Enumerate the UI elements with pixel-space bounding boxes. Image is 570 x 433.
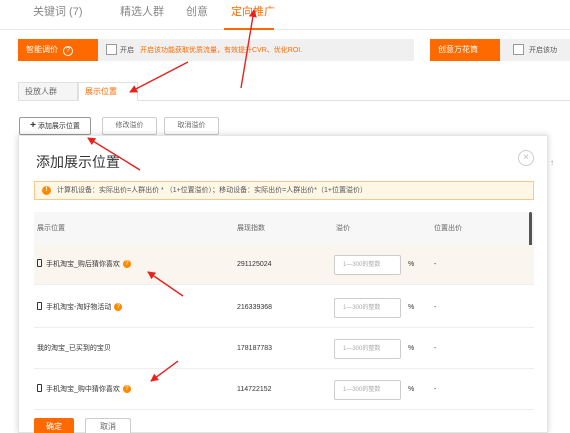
tab-creative[interactable]: 创意: [186, 3, 208, 19]
cancel-button[interactable]: 取消: [85, 418, 131, 433]
close-icon[interactable]: ×: [518, 150, 534, 166]
cancel-premium-button[interactable]: 取消溢价: [164, 117, 219, 135]
sub-tab-bar: 投放人群 展示位置: [18, 82, 570, 101]
position-name: 手机淘宝-淘好物活动: [46, 304, 112, 311]
position-price: -: [434, 261, 437, 268]
index-value: 114722152: [237, 386, 272, 393]
top-tab-bar: 关键词 (7) 精选人群 创意 定向推广: [0, 0, 570, 30]
position-name-cell: 手机淘宝_购后猜你喜欢?: [37, 245, 131, 285]
warning-icon: !: [42, 186, 51, 195]
position-name: 手机淘宝_购后猜你喜欢: [46, 261, 120, 268]
position-price: -: [434, 304, 437, 311]
position-name: 我的淘宝_已买到的宝贝: [37, 345, 111, 352]
col-index: 展现指数: [237, 225, 265, 232]
creative-checkbox-label: 开启该功: [529, 47, 557, 54]
position-name-cell: 手机淘宝-淘好物活动?: [37, 288, 123, 328]
mobile-icon: [37, 302, 42, 311]
percent-sign: %: [408, 261, 415, 268]
smart-price-bar: 智能调价? 开启 开启该功能获取优质流量，有效提升CVR、优化ROI.: [18, 39, 414, 61]
add-position-label: 添加展示位置: [37, 123, 80, 130]
add-position-modal: 添加展示位置 × ! 计算机设备：实际出价=人群出价 * （1+位置溢价）；移动…: [18, 135, 548, 433]
modify-premium-button[interactable]: 修改溢价: [102, 117, 157, 135]
smart-price-checkbox[interactable]: [106, 44, 117, 55]
col-premium: 溢价: [336, 225, 350, 232]
table-row: 手机淘宝_购中猜你喜欢? 114722152 1—300的整数 % -: [34, 370, 534, 410]
col-position-price: 位置出价: [434, 225, 462, 232]
notice-banner: ! 计算机设备：实际出价=人群出价 * （1+位置溢价）；移动设备：实际出价=人…: [34, 181, 534, 200]
plus-icon: +: [30, 120, 36, 131]
col-position: 展示位置: [37, 225, 65, 232]
percent-sign: %: [408, 386, 415, 393]
modal-title: 添加展示位置: [36, 154, 120, 170]
position-price: -: [434, 386, 437, 393]
help-icon[interactable]: ?: [122, 260, 131, 269]
position-price: -: [434, 345, 437, 352]
table-header: 展示位置 展现指数 溢价 位置出价: [34, 212, 534, 245]
percent-sign: %: [408, 345, 415, 352]
creative-pill: 创意万花筒: [430, 39, 500, 61]
table-row: 我的淘宝_已买到的宝贝 178187783 1—300的整数 % -: [34, 329, 534, 369]
smart-price-checkbox-label: 开启: [120, 47, 134, 54]
table-row: 手机淘宝-淘好物活动? 216339368 1—300的整数 % -: [34, 288, 534, 328]
position-name: 手机淘宝_购中猜你喜欢: [46, 386, 120, 393]
smart-price-hint: 开启该功能获取优质流量，有效提升CVR、优化ROI.: [140, 47, 303, 54]
premium-input[interactable]: 1—300的整数: [334, 339, 401, 359]
sort-arrow-icon: ↑: [550, 158, 554, 167]
creative-label: 创意万花筒: [438, 45, 478, 54]
notice-text: 计算机设备：实际出价=人群出价 * （1+位置溢价）；移动设备：实际出价=人群出…: [57, 187, 367, 194]
table-row: 手机淘宝_购后猜你喜欢? 291125024 1—300的整数 % -: [34, 245, 534, 285]
position-name-cell: 手机淘宝_购中猜你喜欢?: [37, 370, 131, 410]
help-icon[interactable]: ?: [63, 46, 73, 56]
smart-price-label: 智能调价: [26, 45, 58, 54]
smart-price-pill: 智能调价?: [18, 39, 98, 61]
active-tab-underline: [224, 28, 274, 30]
index-value: 216339368: [237, 304, 273, 311]
confirm-button[interactable]: 确定: [34, 418, 74, 433]
tab-keywords[interactable]: 关键词 (7): [33, 3, 83, 19]
tab-audience-placement[interactable]: 投放人群: [18, 82, 78, 101]
help-icon[interactable]: ?: [114, 303, 123, 312]
help-icon[interactable]: ?: [122, 385, 131, 394]
index-value: 178187783: [237, 345, 273, 352]
tab-display-position[interactable]: 展示位置: [78, 82, 138, 101]
creative-bar: 创意万花筒 开启该功: [430, 39, 570, 61]
tab-audience[interactable]: 精选人群: [120, 3, 164, 19]
mobile-icon: [37, 259, 42, 268]
creative-checkbox[interactable]: [513, 44, 524, 55]
tab-targeting[interactable]: 定向推广: [231, 3, 275, 19]
percent-sign: %: [408, 304, 415, 311]
premium-input[interactable]: 1—300的整数: [334, 298, 401, 318]
add-position-button[interactable]: + 添加展示位置: [19, 117, 91, 135]
premium-input[interactable]: 1—300的整数: [334, 255, 401, 275]
mobile-icon: [37, 384, 42, 393]
index-value: 291125024: [237, 261, 272, 268]
premium-input[interactable]: 1—300的整数: [334, 380, 401, 400]
